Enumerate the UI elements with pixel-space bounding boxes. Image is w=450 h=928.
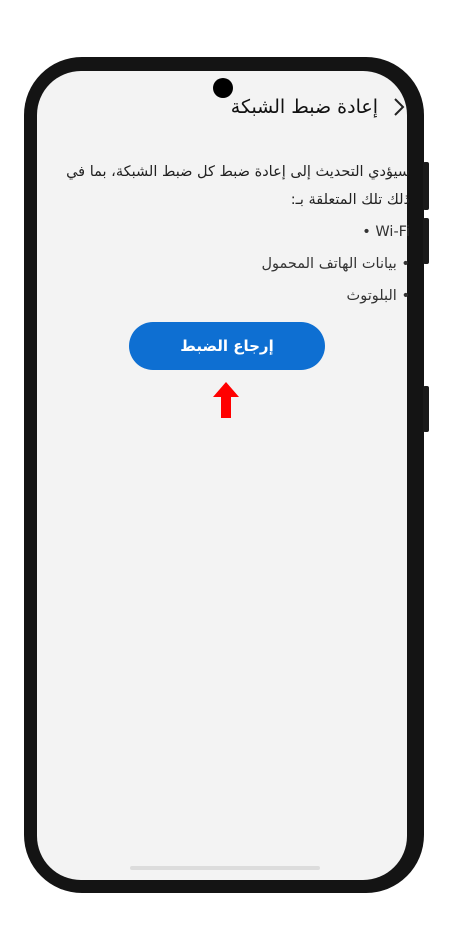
header: إعادة ضبط الشبكة xyxy=(231,96,406,118)
front-camera xyxy=(213,78,233,98)
power-button xyxy=(423,386,429,432)
red-up-arrow-icon xyxy=(213,382,239,418)
network-items-list: Wi-Fi • • بيانات الهاتف المحمول • البلوت… xyxy=(261,216,410,312)
back-icon[interactable] xyxy=(392,97,406,117)
list-item-bluetooth: • البلوتوث xyxy=(346,288,410,304)
volume-down-button xyxy=(423,218,429,264)
list-item-mobile-data: • بيانات الهاتف المحمول xyxy=(261,256,410,272)
home-indicator xyxy=(130,866,320,870)
volume-up-button xyxy=(423,162,429,210)
list-item-wifi: Wi-Fi • xyxy=(362,224,410,240)
page-title: إعادة ضبط الشبكة xyxy=(230,96,378,118)
description-text: سيؤدي التحديث إلى إعادة ضبط كل ضبط الشبك… xyxy=(66,164,410,208)
reset-settings-button[interactable]: إرجاع الضبط xyxy=(129,322,325,370)
